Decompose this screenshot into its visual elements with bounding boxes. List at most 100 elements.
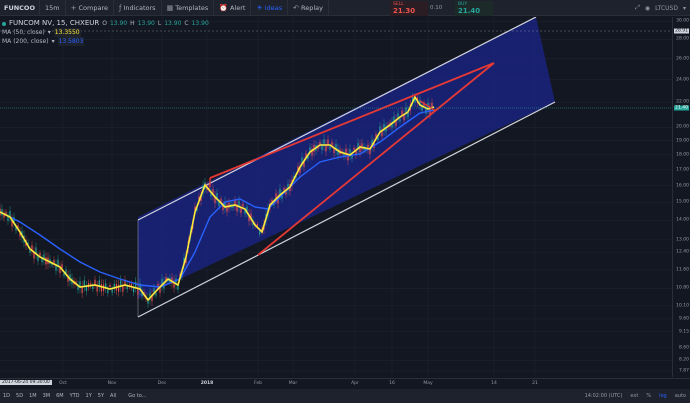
candle-body [399, 118, 401, 122]
time-label: May [423, 381, 433, 386]
chevron-down-icon: ▾ [51, 38, 55, 45]
time-label: Apr [351, 381, 359, 386]
price-label: 16.00 [676, 183, 689, 189]
templates-button[interactable]: ▦ Templates [162, 0, 215, 16]
time-axis[interactable]: 2017-06-24 09:30:00 Oct Nov Dec 2018 Feb Mar A… [0, 378, 690, 388]
chevron-down-icon[interactable]: ▾ [683, 5, 686, 12]
plus-icon: + [70, 3, 77, 12]
price-label: 7.87 [678, 368, 689, 374]
timeframe-1y[interactable]: 1Y [83, 393, 95, 399]
time-label: Dec [157, 381, 167, 386]
candle-body [94, 279, 96, 285]
ma200-legend[interactable]: MA (200, close) ▾ 13.5803 [2, 37, 209, 46]
time-label: 2018 [200, 381, 214, 386]
indicators-button[interactable]: ƒ Indicators [114, 0, 162, 16]
price-label: 22.00 [676, 99, 689, 105]
chart-canvas[interactable] [0, 16, 672, 377]
ext-toggle[interactable]: ext [630, 393, 638, 399]
ma200-value: 13.5803 [57, 37, 85, 46]
timeframe-6m[interactable]: 6M [53, 393, 67, 399]
cursor-date-label: 2017-06-24 09:30:00 [0, 380, 52, 385]
candle-body [220, 198, 222, 202]
price-label: 13.00 [676, 237, 689, 243]
time-label: Feb [254, 381, 262, 386]
spread-value: 0.10 [430, 5, 443, 11]
sell-price: 21.30 [393, 7, 416, 15]
candle-body [327, 139, 329, 145]
price-label: 9.15 [678, 329, 689, 335]
timeframe-all[interactable]: All [107, 393, 119, 399]
channel-fill [138, 17, 555, 299]
buy-button[interactable]: BUY 21.40 [455, 1, 493, 16]
timeframe-5y[interactable]: 5Y [95, 393, 107, 399]
compare-label: Compare [78, 3, 108, 12]
camera-icon[interactable]: ◉ [645, 5, 650, 12]
watchlist-symbol[interactable]: LTCUSD [655, 5, 678, 12]
time-label: 14 [491, 381, 497, 386]
replay-icon: ↶ [293, 3, 300, 12]
candle-body [111, 289, 113, 293]
ma200-label: MA (200, close) [2, 38, 49, 45]
goto-date-button[interactable]: Go to... [125, 393, 149, 399]
symbol-search[interactable]: FUNCOO [0, 0, 40, 16]
timeframe-1m[interactable]: 1M [26, 393, 40, 399]
candle-body [242, 203, 244, 207]
utc-clock[interactable]: 14:02:00 (UTC) [585, 393, 623, 399]
ohlc-c-label: C [184, 20, 189, 27]
candle-body [401, 110, 403, 115]
candle-body [353, 147, 355, 150]
interval-selector[interactable]: 15m [40, 0, 66, 16]
ohlc-h-label: H [130, 20, 135, 27]
indicators-label: Indicators [123, 3, 156, 12]
ohlc-close: 13.90 [191, 20, 209, 27]
candle-body [117, 284, 120, 292]
price-label: 28.00 [676, 36, 689, 42]
visibility-icon[interactable] [2, 21, 6, 26]
percent-toggle[interactable]: % [646, 393, 651, 399]
candle-body [39, 252, 41, 256]
chevron-down-icon: ▾ [47, 29, 51, 36]
ideas-label: Ideas [264, 3, 283, 12]
price-label: 18.00 [676, 152, 689, 158]
chart-legend: FUNCOM NV, 15, CHXEUR O 13.90 H 13.90 L 13.… [2, 19, 209, 46]
price-label: 19.00 [676, 138, 689, 144]
function-icon: ƒ [118, 3, 122, 12]
ma50-legend[interactable]: MA (50, close) ▾ 13.3550 [2, 28, 209, 37]
timeframe-3m[interactable]: 3M [40, 393, 54, 399]
price-label: 10.10 [676, 303, 689, 309]
alert-button[interactable]: ⏰ Alert [214, 0, 252, 16]
candle-body [218, 202, 220, 206]
top-toolbar: FUNCOO 15m + Compare ƒ Indicators ▦ Templat… [0, 0, 690, 16]
timeframe-1d[interactable]: 1D [0, 393, 13, 399]
price-chart[interactable] [0, 16, 672, 377]
compare-button[interactable]: + Compare [66, 0, 114, 16]
candle-body [109, 284, 111, 288]
time-label: 21 [532, 381, 538, 386]
price-label: 30.00 [676, 18, 689, 24]
price-label: 8.20 [678, 357, 689, 363]
ohlc-l-label: L [157, 20, 162, 27]
auto-toggle[interactable]: auto [675, 393, 686, 399]
timeframe-ytd[interactable]: YTD [67, 393, 83, 399]
log-toggle[interactable]: log [659, 393, 667, 399]
ohlc-o-label: O [102, 20, 107, 27]
price-label: 9.60 [678, 316, 689, 322]
price-label: 15.00 [676, 199, 689, 205]
replay-button[interactable]: ↶ Replay [288, 0, 330, 16]
ideas-button[interactable]: ☀ Ideas [251, 0, 289, 16]
right-tools: ⤢ ◉ LTCUSD ▾ [635, 0, 690, 16]
sell-button[interactable]: SELL 21.30 [390, 1, 428, 16]
timeframe-5d[interactable]: 5D [13, 393, 26, 399]
ohlc-high: 13.90 [137, 20, 155, 27]
alert-label: Alert [229, 3, 246, 12]
time-label: 16 [389, 381, 395, 386]
time-label: Oct [59, 381, 67, 386]
price-label: 11.60 [676, 267, 689, 273]
ohlc-open: 13.90 [109, 20, 128, 27]
fullscreen-icon[interactable]: ⤢ [635, 4, 640, 12]
price-label: 20.00 [676, 124, 689, 130]
buy-price: 21.40 [458, 7, 481, 15]
price-label: 10.80 [676, 285, 689, 291]
price-axis[interactable]: 30.00 28.00 26.00 24.00 22.00 20.00 19.00 18.00… [672, 17, 690, 377]
crosshair-price-label: 28.91 [674, 28, 689, 34]
